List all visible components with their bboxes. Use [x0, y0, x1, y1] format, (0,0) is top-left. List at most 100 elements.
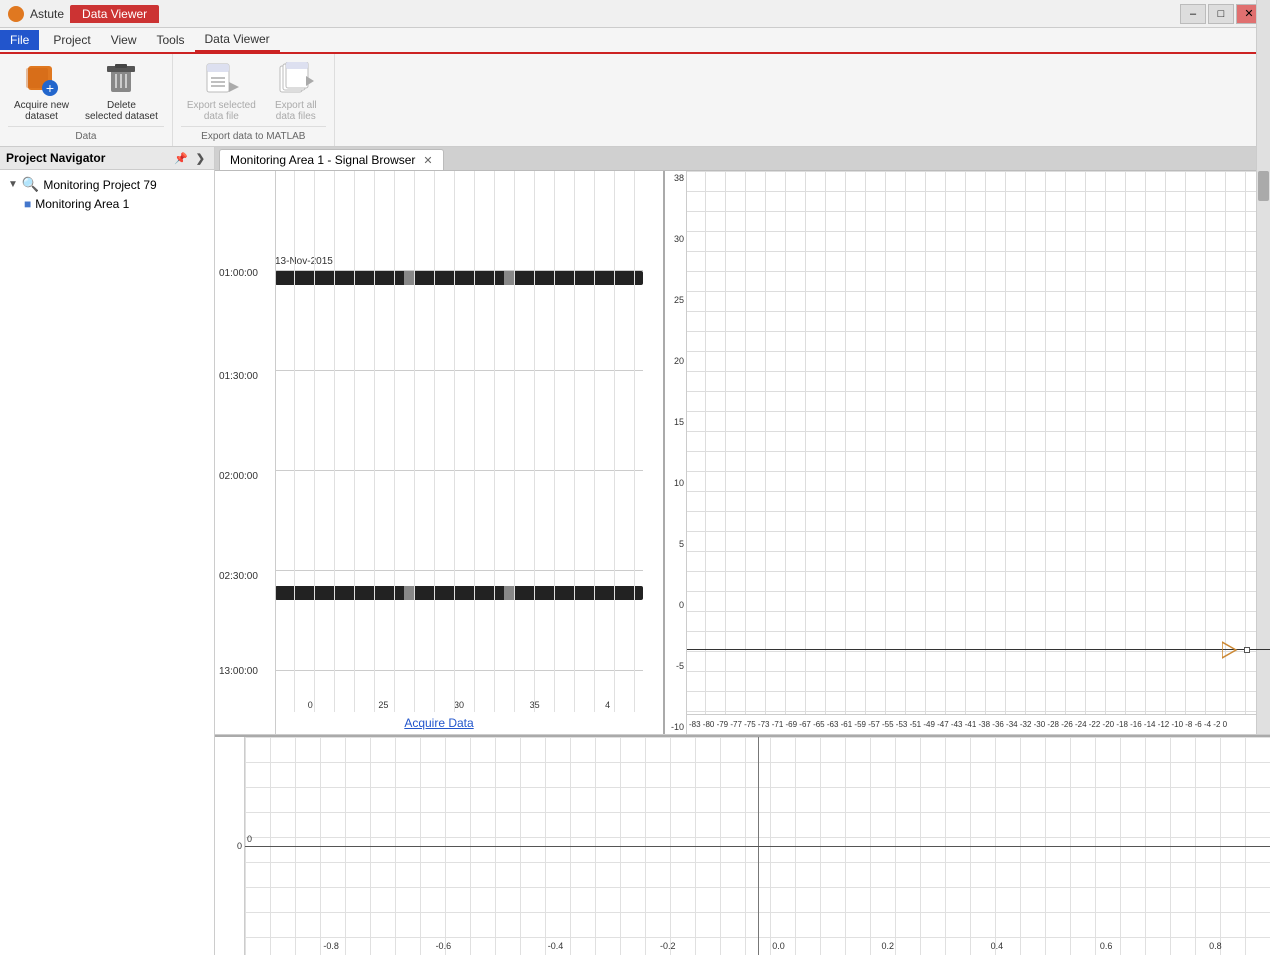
chart-grid: [665, 171, 1270, 734]
acquire-icon: +: [24, 62, 60, 98]
ribbon-export-buttons: Export selected data file Export all dat…: [181, 58, 326, 126]
main-layout: Project Navigator 📌 ❯ ▼ 🔍 Monitoring Pro…: [0, 147, 1270, 955]
acquire-data-link[interactable]: Acquire Data: [404, 716, 473, 730]
menu-tools[interactable]: Tools: [147, 29, 195, 51]
delete-selected-dataset-button[interactable]: Delete selected dataset: [79, 58, 164, 126]
svg-text:+: +: [45, 80, 53, 96]
signal-bottom-panel: 0 0 -0.8 -0.6 -0.4 -0.2: [215, 735, 1270, 955]
chart-scroll-thumb[interactable]: [1258, 171, 1269, 201]
project-navigator: Project Navigator 📌 ❯ ▼ 🔍 Monitoring Pro…: [0, 147, 215, 955]
ribbon-group-data: + Acquire new dataset: [0, 54, 173, 146]
menu-file[interactable]: File: [0, 30, 39, 50]
nav-area-icon: ■: [24, 197, 31, 211]
tab-bar: Monitoring Area 1 - Signal Browser ✕ ▼: [215, 147, 1270, 171]
ribbon-data-buttons: + Acquire new dataset: [8, 58, 164, 126]
bx-neg08: -0.8: [323, 941, 339, 951]
y-0: 0: [665, 600, 686, 610]
chart-scroll-indicator[interactable]: [1256, 171, 1270, 734]
export-sel-label: Export selected: [187, 100, 256, 111]
nav-root-label: Monitoring Project 79: [43, 178, 156, 192]
project-nav-title: Project Navigator: [6, 151, 105, 165]
export-selected-button[interactable]: Export selected data file: [181, 58, 262, 126]
bottom-y-axis: 0: [215, 737, 245, 955]
export-sel-label2: data file: [204, 111, 239, 122]
window-controls: – □ ✕: [1180, 4, 1262, 24]
y-25: 25: [665, 295, 686, 305]
bx-06: 0.6: [1100, 941, 1113, 951]
cursor-crosshair: [1244, 647, 1250, 653]
tab-close-icon[interactable]: ✕: [423, 154, 432, 167]
delete-icon: [103, 62, 139, 98]
bottom-zero-line: [245, 846, 1270, 847]
project-nav-controls: 📌 ❯: [171, 152, 208, 165]
menu-project[interactable]: Project: [43, 29, 100, 51]
active-window-tab[interactable]: Data Viewer: [70, 5, 159, 23]
ribbon-data-label: Data: [8, 126, 164, 142]
export-all-label: Export all: [275, 100, 317, 111]
tab-label: Monitoring Area 1 - Signal Browser: [230, 153, 415, 167]
x-axis-bottom: -83 -80 -79 -77 -75 -73 -71 -69 -67 -65 …: [687, 714, 1270, 734]
timeline-time-0130: 01:30:00: [219, 371, 258, 382]
timeline-time-0200: 02:00:00: [219, 471, 258, 482]
delete-btn-label: Delete: [107, 100, 136, 111]
minimize-button[interactable]: –: [1180, 4, 1206, 24]
y-15: 15: [665, 417, 686, 427]
y-axis: 38 30 25 20 15 10 5 0 -5 -10: [665, 171, 687, 734]
bx-04: 0.4: [991, 941, 1004, 951]
app-name: Astute: [30, 7, 64, 21]
y-30: 30: [665, 234, 686, 244]
delete-btn-label2: selected dataset: [85, 111, 158, 122]
nav-pin-icon[interactable]: 📌: [171, 152, 191, 165]
maximize-button[interactable]: □: [1208, 4, 1234, 24]
y-38: 38: [665, 173, 686, 183]
signal-browser: 13-Nov-2015 01:00:00 01:30:00 02:00:00 0…: [215, 171, 1270, 955]
nav-item-root[interactable]: ▼ 🔍 Monitoring Project 79: [4, 174, 210, 195]
menu-data-viewer[interactable]: Data Viewer: [195, 28, 280, 52]
bx-00: 0.0: [772, 941, 785, 951]
x-axis-labels: -83 -80 -79 -77 -75 -73 -71 -69 -67 -65 …: [687, 720, 1227, 729]
ribbon: + Acquire new dataset: [0, 54, 1270, 147]
title-bar: Astute Data Viewer – □ ✕: [0, 0, 1270, 28]
export-all-icon: [278, 62, 314, 98]
nav-chevron-icon[interactable]: ❯: [193, 152, 208, 165]
acquire-btn-label: Acquire new: [14, 100, 69, 111]
timeline-time-0100: 01:00:00: [219, 268, 258, 279]
export-all-label2: data files: [276, 111, 316, 122]
timeline-panel: 13-Nov-2015 01:00:00 01:30:00 02:00:00 0…: [215, 171, 665, 734]
nav-collapse-arrow: ▼: [8, 179, 18, 190]
timeline-grid: [275, 171, 643, 712]
nav-tree: ▼ 🔍 Monitoring Project 79 ■ Monitoring A…: [0, 170, 214, 217]
menu-view[interactable]: View: [101, 29, 147, 51]
export-selected-icon: [203, 62, 239, 98]
signal-browser-tab[interactable]: Monitoring Area 1 - Signal Browser ✕: [219, 149, 444, 170]
nav-item-area1[interactable]: ■ Monitoring Area 1: [4, 195, 210, 213]
zero-horizontal-line: [687, 649, 1270, 650]
y-10: 10: [665, 478, 686, 488]
export-all-button[interactable]: Export all data files: [266, 58, 326, 126]
acquire-btn-label2: dataset: [25, 111, 58, 122]
y-neg10: -10: [665, 722, 686, 732]
bx-neg06: -0.6: [436, 941, 452, 951]
y-5: 5: [665, 539, 686, 549]
timeline-time-1300: 13:00:00: [219, 666, 258, 677]
cursor-indicator: [1222, 640, 1242, 663]
bottom-chart: 0 -0.8 -0.6 -0.4 -0.2 0.0 0.2 0.4 0.6 0.…: [245, 737, 1270, 955]
menu-bar: File Project View Tools Data Viewer: [0, 28, 1270, 54]
y-20: 20: [665, 356, 686, 366]
app-icon: [8, 6, 24, 22]
chart-area: 38 30 25 20 15 10 5 0 -5 -10: [665, 171, 1270, 734]
acquire-new-dataset-button[interactable]: + Acquire new dataset: [8, 58, 75, 126]
bx-neg04: -0.4: [548, 941, 564, 951]
nav-folder-icon: 🔍: [22, 176, 39, 193]
timeline-time-0230: 02:30:00: [219, 571, 258, 582]
bx-08: 0.8: [1209, 941, 1222, 951]
bottom-x-axis: -0.8 -0.6 -0.4 -0.2 0.0 0.2 0.4 0.6 0.8: [275, 941, 1270, 951]
y-neg5: -5: [665, 661, 686, 671]
bx-neg02: -0.2: [660, 941, 676, 951]
bx-02: 0.2: [881, 941, 894, 951]
content-area: Monitoring Area 1 - Signal Browser ✕ ▼ 1…: [215, 147, 1270, 955]
ribbon-export-label: Export data to MATLAB: [181, 126, 326, 142]
bottom-y-label: 0: [237, 841, 242, 851]
ribbon-group-export: Export selected data file Export all dat…: [173, 54, 335, 146]
bottom-zero-label: 0: [247, 834, 252, 844]
